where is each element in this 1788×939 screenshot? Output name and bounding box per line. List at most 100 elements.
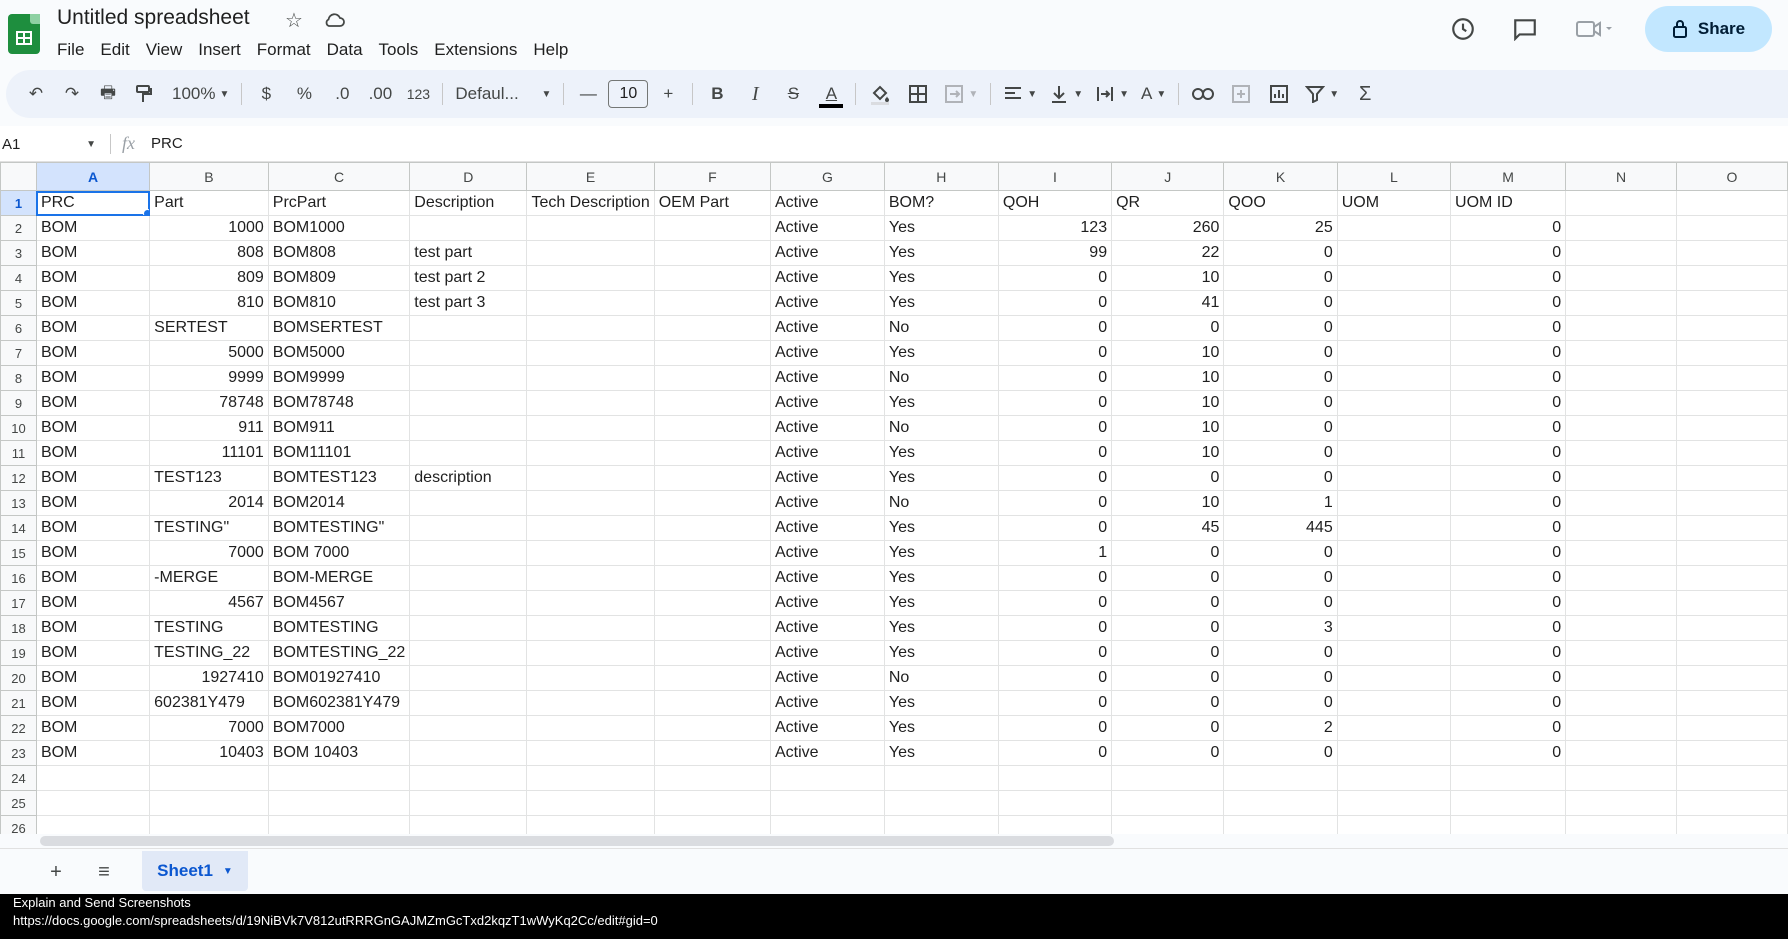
cell[interactable]: Yes <box>883 615 999 641</box>
column-header-i[interactable]: I <box>997 162 1113 191</box>
cell[interactable] <box>997 765 1113 791</box>
cell[interactable]: 0 <box>1450 440 1567 466</box>
cell[interactable] <box>1675 740 1788 766</box>
fill-color-icon[interactable] <box>864 78 896 110</box>
cell[interactable]: QOO <box>1223 190 1338 216</box>
cell[interactable]: 0 <box>997 715 1113 741</box>
cell[interactable]: BOM? <box>883 190 999 216</box>
cell[interactable] <box>409 815 528 834</box>
cell[interactable]: 0 <box>1450 415 1567 441</box>
cell[interactable]: Description <box>409 190 528 216</box>
cloud-status-icon[interactable] <box>322 8 346 32</box>
cell[interactable]: Yes <box>883 340 999 366</box>
cell[interactable] <box>526 315 655 341</box>
cell[interactable]: 0 <box>1450 340 1567 366</box>
cell[interactable]: No <box>883 415 999 441</box>
text-wrapping-icon[interactable]: ▼ <box>1091 78 1133 110</box>
cell[interactable]: Yes <box>883 690 999 716</box>
select-all-corner[interactable] <box>0 162 37 191</box>
cell[interactable]: 0 <box>1223 390 1338 416</box>
cell[interactable]: 25 <box>1223 215 1338 241</box>
insert-comment-icon[interactable] <box>1225 78 1257 110</box>
cell[interactable]: BOM <box>35 515 151 541</box>
cell[interactable] <box>653 740 772 766</box>
cell[interactable]: 0 <box>997 690 1113 716</box>
cell[interactable]: Yes <box>883 215 999 241</box>
cell[interactable]: 1 <box>997 540 1113 566</box>
cell[interactable]: 445 <box>1223 515 1338 541</box>
cell[interactable]: BOM602381Y479 <box>267 690 411 716</box>
cell[interactable] <box>653 240 772 266</box>
cell[interactable]: 0 <box>1450 690 1567 716</box>
row-header[interactable]: 24 <box>0 765 37 791</box>
cell[interactable] <box>526 365 655 391</box>
cell[interactable]: 0 <box>1223 665 1338 691</box>
cell[interactable]: BOM2014 <box>267 490 411 516</box>
cell[interactable] <box>1336 415 1452 441</box>
cell[interactable]: 0 <box>1223 465 1338 491</box>
row-header[interactable]: 3 <box>0 240 37 266</box>
sheets-logo-icon[interactable] <box>8 14 40 54</box>
cell[interactable] <box>526 815 655 834</box>
cell[interactable]: 10 <box>1111 490 1225 516</box>
cell[interactable] <box>1675 365 1788 391</box>
cell[interactable]: PRC <box>35 190 151 216</box>
cell[interactable]: BOMTESTING <box>267 615 411 641</box>
cell[interactable]: 0 <box>1111 715 1225 741</box>
cell[interactable] <box>409 515 528 541</box>
row-header[interactable]: 4 <box>0 265 37 291</box>
cell[interactable] <box>1111 765 1225 791</box>
cell[interactable] <box>1565 715 1677 741</box>
cell[interactable]: Active <box>770 315 885 341</box>
cell[interactable]: 10 <box>1111 265 1225 291</box>
cell[interactable] <box>1223 815 1338 834</box>
cell[interactable]: Active <box>770 290 885 316</box>
cell[interactable]: BOM <box>35 290 151 316</box>
cell[interactable] <box>1675 315 1788 341</box>
cell[interactable] <box>526 465 655 491</box>
cell[interactable] <box>653 765 772 791</box>
cell[interactable]: BOM <box>35 540 151 566</box>
version-history-icon[interactable] <box>1443 9 1483 49</box>
cell[interactable]: BOM <box>35 440 151 466</box>
cell[interactable]: Yes <box>883 240 999 266</box>
cell[interactable] <box>1675 190 1788 216</box>
cell[interactable] <box>1565 265 1677 291</box>
cell[interactable] <box>653 290 772 316</box>
cell[interactable]: BOM <box>35 715 151 741</box>
column-header-g[interactable]: G <box>770 162 885 191</box>
cell[interactable] <box>1565 340 1677 366</box>
cell[interactable]: BOM809 <box>267 265 411 291</box>
row-header[interactable]: 9 <box>0 390 37 416</box>
cell[interactable] <box>149 815 269 834</box>
cell[interactable] <box>653 365 772 391</box>
row-header[interactable]: 14 <box>0 515 37 541</box>
cell[interactable]: 0 <box>1111 640 1225 666</box>
cell[interactable]: 0 <box>1223 265 1338 291</box>
cell[interactable] <box>409 590 528 616</box>
row-header[interactable]: 1 <box>0 190 37 216</box>
cell[interactable] <box>1675 290 1788 316</box>
percent-format-button[interactable]: % <box>288 78 320 110</box>
column-header-b[interactable]: B <box>149 162 269 191</box>
cell[interactable]: BOMTESTING_22 <box>267 640 411 666</box>
cell[interactable]: Yes <box>883 265 999 291</box>
cell[interactable] <box>1565 290 1677 316</box>
cell[interactable] <box>653 690 772 716</box>
paint-format-icon[interactable] <box>128 78 160 110</box>
cell[interactable]: test part 2 <box>409 265 528 291</box>
font-size-input[interactable]: 10 <box>608 80 649 108</box>
name-box[interactable]: A1 ▼ <box>0 132 100 156</box>
row-header[interactable]: 17 <box>0 590 37 616</box>
cell[interactable]: 11101 <box>149 440 269 466</box>
row-header[interactable]: 10 <box>0 415 37 441</box>
column-header-m[interactable]: M <box>1450 162 1567 191</box>
cell[interactable]: 123 <box>997 215 1113 241</box>
cell[interactable]: 4567 <box>149 590 269 616</box>
cell[interactable] <box>1565 640 1677 666</box>
cell[interactable]: Active <box>770 540 885 566</box>
cell[interactable] <box>1675 665 1788 691</box>
cell[interactable]: 0 <box>1450 215 1567 241</box>
cell[interactable]: Active <box>770 365 885 391</box>
cell[interactable] <box>409 215 528 241</box>
